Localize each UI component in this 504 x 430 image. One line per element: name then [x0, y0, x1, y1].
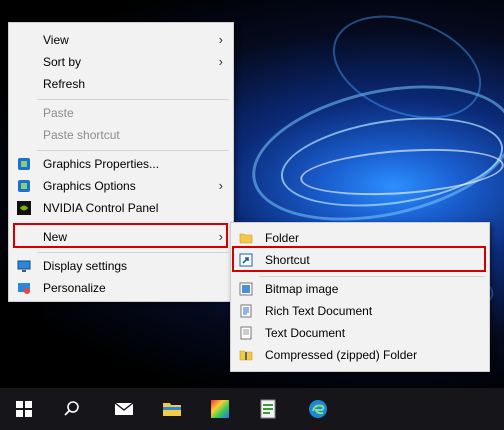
display-icon: [17, 260, 31, 272]
menu-item-label: Display settings: [43, 259, 128, 273]
menu-item-label: Graphics Options: [43, 179, 136, 193]
menu-item-refresh[interactable]: Refresh: [9, 73, 233, 95]
menu-separator: [37, 252, 229, 253]
desktop-context-menu: View › Sort by › Refresh Paste Paste sho…: [8, 22, 234, 302]
taskbar-notepad-app[interactable]: [244, 388, 292, 430]
bitmap-icon: [239, 282, 253, 296]
shortcut-item-highlight: [232, 246, 486, 272]
intel-graphics-icon: [18, 180, 30, 192]
notepad-app-icon: [260, 399, 276, 419]
menu-item-label: NVIDIA Control Panel: [43, 201, 159, 215]
submenu-item-bitmap-image[interactable]: Bitmap image: [231, 278, 489, 300]
taskbar-mail[interactable]: [100, 388, 148, 430]
menu-item-label: Sort by: [43, 55, 82, 69]
menu-item-sort-by[interactable]: Sort by ›: [9, 51, 233, 73]
menu-item-label: Bitmap image: [265, 282, 339, 296]
chevron-right-icon: ›: [218, 32, 223, 47]
start-button[interactable]: [0, 388, 48, 430]
menu-item-label: Paste shortcut: [43, 128, 120, 142]
intel-graphics-icon: [18, 158, 30, 170]
new-submenu: Folder Shortcut Bitmap image Rich Text D…: [230, 222, 490, 372]
taskbar-color-app[interactable]: [196, 388, 244, 430]
taskbar-file-explorer[interactable]: [148, 388, 196, 430]
rtf-icon: [240, 304, 252, 318]
zip-folder-icon: [239, 350, 253, 361]
chevron-right-icon: ›: [218, 54, 223, 69]
menu-item-label: Text Document: [265, 326, 346, 340]
personalize-icon: [18, 283, 30, 294]
menu-item-label: View: [43, 33, 69, 47]
nvidia-icon: [17, 201, 31, 215]
new-item-highlight: [13, 223, 228, 248]
folder-icon: [239, 233, 253, 244]
menu-item-label: Refresh: [43, 77, 86, 91]
chevron-right-icon: ›: [218, 178, 223, 193]
menu-separator: [259, 276, 485, 277]
text-document-icon: [240, 326, 252, 340]
color-app-icon: [211, 400, 229, 418]
menu-item-label: Graphics Properties...: [43, 157, 160, 171]
menu-item-paste-shortcut: Paste shortcut: [9, 124, 233, 146]
menu-item-label: Compressed (zipped) Folder: [265, 348, 418, 362]
search-icon: [64, 401, 79, 416]
menu-item-label: Paste: [43, 106, 74, 120]
submenu-item-text-document[interactable]: Text Document: [231, 322, 489, 344]
menu-separator: [37, 150, 229, 151]
menu-item-display-settings[interactable]: Display settings: [9, 255, 233, 277]
menu-separator: [37, 99, 229, 100]
menu-item-nvidia-control-panel[interactable]: NVIDIA Control Panel: [9, 197, 233, 219]
mail-icon: [114, 402, 134, 415]
taskbar: [0, 388, 504, 430]
menu-item-graphics-properties[interactable]: Graphics Properties...: [9, 153, 233, 175]
menu-item-view[interactable]: View ›: [9, 29, 233, 51]
menu-item-paste: Paste: [9, 102, 233, 124]
menu-item-label: Rich Text Document: [265, 304, 373, 318]
menu-item-personalize[interactable]: Personalize: [9, 277, 233, 299]
submenu-item-compressed-folder[interactable]: Compressed (zipped) Folder: [231, 344, 489, 366]
windows-start-icon: [16, 401, 32, 417]
menu-item-graphics-options[interactable]: Graphics Options ›: [9, 175, 233, 197]
taskbar-edge[interactable]: [294, 388, 342, 430]
submenu-item-rich-text-document[interactable]: Rich Text Document: [231, 300, 489, 322]
menu-item-label: Personalize: [43, 281, 106, 295]
edge-icon: [309, 400, 327, 418]
file-explorer-icon: [163, 403, 181, 416]
search-button[interactable]: [48, 388, 96, 430]
